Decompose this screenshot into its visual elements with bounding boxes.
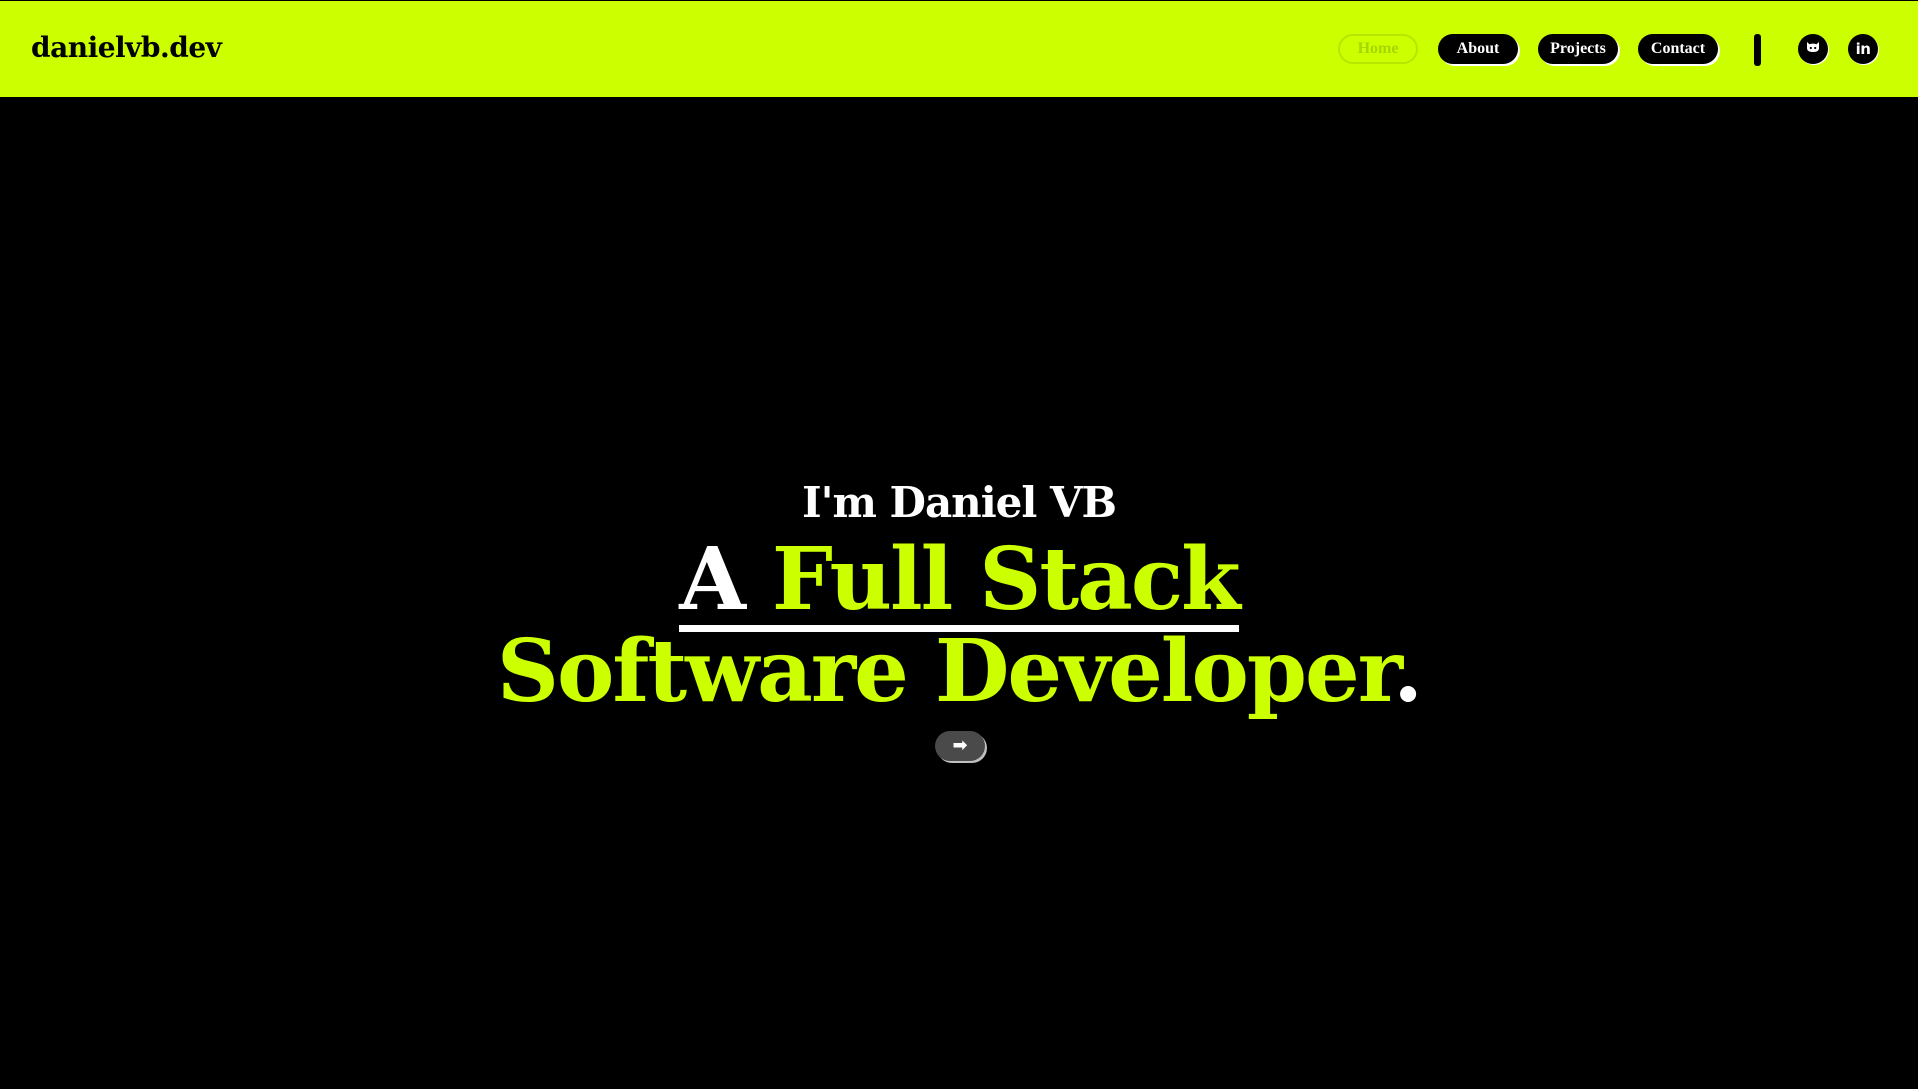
site-logo[interactable]: danielvb.dev bbox=[31, 31, 222, 64]
github-link[interactable] bbox=[1798, 34, 1828, 64]
hero-intro: I'm Daniel VB bbox=[801, 478, 1117, 527]
top-navbar: danielvb.dev Home About Projects Contact… bbox=[0, 0, 1918, 97]
linkedin-icon: in bbox=[1855, 40, 1871, 58]
hero-headline-line1: A Full Stack bbox=[0, 530, 1918, 632]
hero-highlight-fullstack: Full Stack bbox=[771, 529, 1241, 630]
hero-prefix: A bbox=[679, 529, 746, 630]
arrow-right-icon: ➡ bbox=[952, 735, 968, 756]
hero-period: . bbox=[1393, 621, 1423, 722]
hero-headline-line2: Software Developer. bbox=[0, 622, 1918, 722]
nav-divider bbox=[1754, 34, 1761, 66]
next-arrow-button[interactable]: ➡ bbox=[935, 731, 985, 761]
nav-projects-button[interactable]: Projects bbox=[1538, 34, 1618, 64]
nav-home-button[interactable]: Home bbox=[1338, 34, 1418, 64]
nav-about-button[interactable]: About bbox=[1438, 34, 1518, 64]
linkedin-link[interactable]: in bbox=[1848, 34, 1878, 64]
hero-highlight-role: Software Developer bbox=[496, 621, 1395, 722]
nav-contact-button[interactable]: Contact bbox=[1638, 34, 1718, 64]
github-icon bbox=[1805, 39, 1821, 59]
hero-underline: A Full Stack bbox=[679, 537, 1241, 632]
